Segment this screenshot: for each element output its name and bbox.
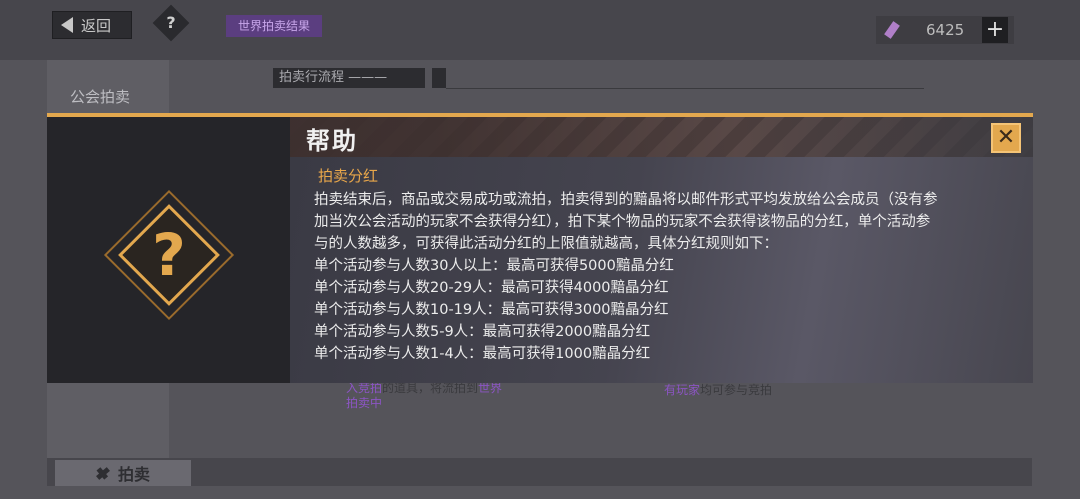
currency-display: 6425 + <box>876 16 1014 44</box>
help-text: 拍卖结束后，商品或交易成功或流拍，拍卖得到的黯晶将以邮件形式平均发放给公会成员（… <box>314 189 1014 365</box>
section-title: 拍卖分红 <box>318 167 379 185</box>
flow-note-left: 入竞拍的道具，将流拍到世界 拍卖中 <box>346 381 502 411</box>
auction-flow-label: 拍卖行流程 ——— <box>273 68 425 88</box>
close-button[interactable]: ✕ <box>991 123 1021 153</box>
tab-auction[interactable]: 拍卖 <box>55 460 191 486</box>
header-stripes <box>290 117 1033 157</box>
bottom-bar <box>47 458 1032 486</box>
help-icon[interactable]: ? <box>158 13 184 32</box>
flow-note-right: 有玩家均可参与竞拍 <box>664 381 772 398</box>
help-dialog: ? 帮助 ✕ 拍卖分红 拍卖结束后，商品或交易成功或流拍，拍卖得到的黯晶将以邮件… <box>47 113 1033 383</box>
gavel-icon <box>96 466 110 480</box>
help-text-line: 单个活动参与人数1-4人：最高可获得1000黯晶分红 <box>314 346 651 362</box>
help-dialog-header: 帮助 <box>290 117 1033 157</box>
flow-note-highlight: 拍卖中 <box>346 396 383 410</box>
world-auction-results-tab[interactable]: 世界拍卖结果 <box>226 15 323 37</box>
help-text-line: 拍卖结束后，商品或交易成功或流拍，拍卖得到的黯晶将以邮件形式平均发放给公会成员（… <box>314 192 938 208</box>
back-button[interactable]: 返回 <box>52 11 132 39</box>
help-text-line: 单个活动参与人数30人以上：最高可获得5000黯晶分红 <box>314 258 674 274</box>
help-dialog-body: 拍卖分红 拍卖结束后，商品或交易成功或流拍，拍卖得到的黯晶将以邮件形式平均发放给… <box>290 157 1033 383</box>
help-dialog-icon-panel: ? <box>47 117 290 383</box>
help-text-line: 加当次公会活动的玩家不会获得分红），拍下某个物品的玩家不会获得该物品的分红，单个… <box>314 214 931 230</box>
question-mark-icon: ? <box>152 221 186 289</box>
flow-handle <box>432 68 446 88</box>
help-text-line: 单个活动参与人数10-19人：最高可获得3000黯晶分红 <box>314 302 669 318</box>
help-text-line: 单个活动参与人数20-29人：最高可获得4000黯晶分红 <box>314 280 669 296</box>
flow-note-highlight: 有玩家 <box>664 383 701 397</box>
help-dialog-title: 帮助 <box>306 127 358 155</box>
add-currency-button[interactable]: + <box>982 17 1008 43</box>
divider <box>446 88 924 89</box>
flow-note-highlight: 入竞拍 <box>346 381 383 395</box>
crystal-icon <box>884 21 900 39</box>
tab-auction-label: 拍卖 <box>117 465 150 484</box>
flow-note-text: 的道具，将流拍到 <box>382 381 479 395</box>
help-text-line: 单个活动参与人数5-9人：最高可获得2000黯晶分红 <box>314 324 651 340</box>
currency-value: 6425 <box>926 21 965 39</box>
sidebar-item-guild-auction[interactable]: 公会拍卖 <box>70 86 130 107</box>
close-icon[interactable]: ✕ <box>997 127 1015 149</box>
back-label: 返回 <box>81 16 112 35</box>
help-text-line: 与的人数越多，可获得此活动分红的上限值就越高，具体分红规则如下： <box>314 236 778 252</box>
flow-note-highlight: 世界 <box>478 381 503 395</box>
back-arrow-icon <box>61 17 73 33</box>
flow-note-text: 均可参与竞拍 <box>700 383 773 397</box>
